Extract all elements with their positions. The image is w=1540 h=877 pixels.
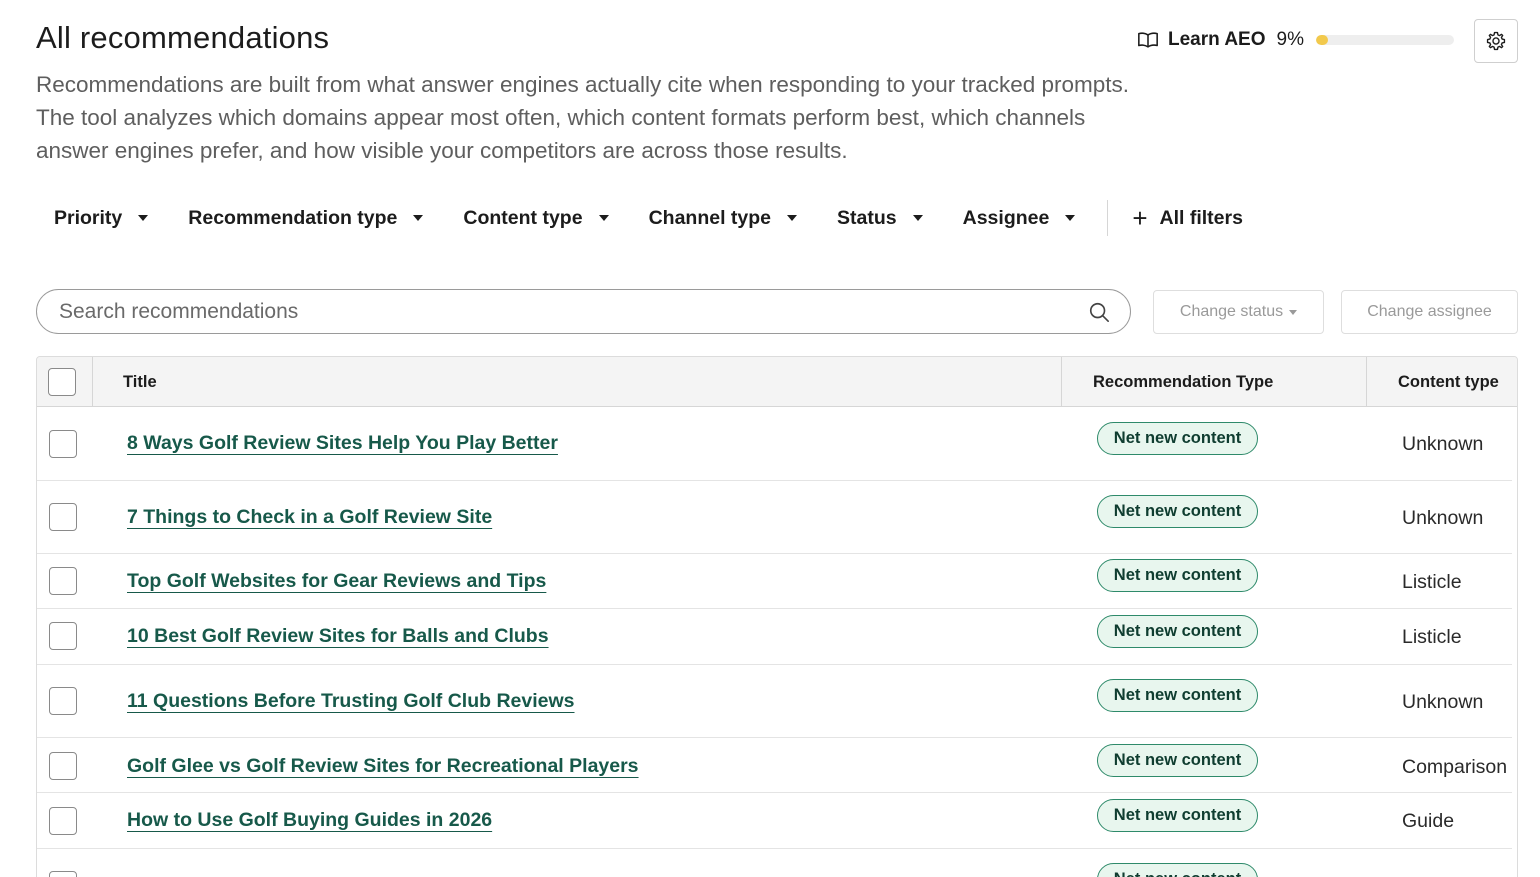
row-checkbox[interactable] [49, 503, 77, 531]
table-header: Title Recommendation Type Content type [37, 357, 1517, 407]
learn-aeo-progress-bar [1315, 35, 1454, 45]
recommendation-type-badge: Net new content [1097, 495, 1258, 528]
learn-aeo-widget[interactable]: Learn AEO 9% [1137, 28, 1454, 52]
content-type-value: Unknown [1402, 507, 1484, 529]
filter-channel-type-label: Channel type [648, 206, 772, 229]
change-assignee-label: Change assignee [1367, 303, 1492, 320]
content-type-value: Listicle [1402, 626, 1462, 648]
filter-priority[interactable]: Priority [36, 196, 166, 240]
filter-recommendation-type[interactable]: Recommendation type [170, 196, 441, 240]
caret-down-icon [598, 215, 609, 221]
learn-aeo-progress-fill [1315, 35, 1329, 45]
recommendation-type-badge: Net new content [1097, 559, 1258, 592]
content-type-value: Comparison [1402, 756, 1508, 778]
caret-down-icon [912, 215, 923, 221]
content-type-value: Listicle [1402, 571, 1462, 593]
recommendation-title-link[interactable]: Top Golf Websites for Gear Reviews and T… [127, 570, 546, 593]
filter-status-label: Status [837, 206, 897, 229]
column-divider [1366, 357, 1367, 407]
change-assignee-button[interactable]: Change assignee [1341, 290, 1518, 334]
column-header-recommendation-type[interactable]: Recommendation Type [1093, 357, 1273, 407]
filter-assignee[interactable]: Assignee [945, 196, 1094, 240]
row-checkbox[interactable] [49, 687, 77, 715]
filter-priority-label: Priority [54, 206, 123, 229]
learn-aeo-percent: 9% [1276, 29, 1304, 50]
recommendation-type-badge: Net new content [1097, 863, 1258, 877]
learn-aeo-label[interactable]: Learn AEO [1168, 29, 1266, 51]
all-filters-button[interactable]: + All filters [1114, 196, 1261, 240]
filter-bar: Priority Recommendation type Content typ… [36, 196, 1261, 240]
table-row[interactable]: 7 Things to Check in a Golf Review Site … [37, 481, 1512, 554]
filter-recommendation-type-label: Recommendation type [188, 206, 398, 229]
column-divider [92, 357, 93, 407]
recommendation-title-link[interactable]: 8 Ways Golf Review Sites Help You Play B… [127, 432, 558, 455]
row-checkbox[interactable] [49, 567, 77, 595]
table-row[interactable]: Net new content [37, 849, 1512, 877]
table-row[interactable]: Golf Glee vs Golf Review Sites for Recre… [37, 738, 1512, 793]
settings-button[interactable] [1474, 19, 1518, 63]
caret-down-icon [1065, 215, 1076, 221]
filter-assignee-label: Assignee [962, 206, 1050, 229]
recommendation-title-link[interactable]: Golf Glee vs Golf Review Sites for Recre… [127, 755, 639, 778]
recommendations-table: Title Recommendation Type Content type 8… [36, 356, 1518, 877]
recommendation-title-link[interactable]: 10 Best Golf Review Sites for Balls and … [127, 625, 549, 648]
caret-down-icon [138, 215, 149, 221]
filter-content-type[interactable]: Content type [445, 196, 626, 240]
recommendation-type-badge: Net new content [1097, 744, 1258, 777]
caret-down-icon [413, 215, 424, 221]
column-header-title[interactable]: Title [123, 357, 157, 407]
table-row[interactable]: How to Use Golf Buying Guides in 2026 Ne… [37, 793, 1512, 849]
search-icon[interactable] [1088, 301, 1110, 323]
page-title: All recommendations [36, 20, 330, 55]
row-checkbox[interactable] [49, 807, 77, 835]
recommendation-title-link[interactable]: How to Use Golf Buying Guides in 2026 [127, 809, 492, 832]
column-divider [1061, 357, 1062, 407]
change-status-label: Change status [1179, 303, 1284, 320]
search-input[interactable] [59, 299, 1059, 324]
recommendation-type-badge: Net new content [1097, 799, 1258, 832]
row-checkbox[interactable] [49, 430, 77, 458]
search-box [36, 289, 1131, 334]
row-checkbox[interactable] [49, 871, 77, 877]
table-row[interactable]: 8 Ways Golf Review Sites Help You Play B… [37, 407, 1512, 481]
caret-down-icon [1289, 309, 1298, 315]
table-row[interactable]: Top Golf Websites for Gear Reviews and T… [37, 554, 1512, 609]
gear-icon [1486, 31, 1506, 51]
plus-icon: + [1132, 203, 1148, 233]
row-checkbox[interactable] [49, 622, 77, 650]
content-type-value: Guide [1402, 810, 1455, 832]
caret-down-icon [787, 215, 798, 221]
recommendation-title-link[interactable]: 11 Questions Before Trusting Golf Club R… [127, 690, 575, 713]
table-row[interactable]: 11 Questions Before Trusting Golf Club R… [37, 665, 1512, 738]
recommendation-type-badge: Net new content [1097, 615, 1258, 648]
filter-channel-type[interactable]: Channel type [631, 196, 815, 240]
filter-content-type-label: Content type [463, 206, 583, 229]
content-type-value: Unknown [1402, 691, 1484, 713]
recommendation-title-link[interactable]: 7 Things to Check in a Golf Review Site [127, 506, 492, 529]
recommendation-type-badge: Net new content [1097, 679, 1258, 712]
all-filters-label: All filters [1159, 206, 1243, 229]
content-type-value: Unknown [1402, 433, 1484, 455]
filter-status[interactable]: Status [819, 196, 941, 240]
table-row[interactable]: 10 Best Golf Review Sites for Balls and … [37, 609, 1512, 665]
filter-divider [1107, 200, 1109, 236]
row-checkbox[interactable] [49, 752, 77, 780]
change-status-button[interactable]: Change status [1153, 290, 1324, 334]
recommendation-type-badge: Net new content [1097, 422, 1258, 455]
column-header-content-type[interactable]: Content type [1398, 357, 1499, 407]
select-all-checkbox[interactable] [48, 368, 76, 396]
book-open-icon [1138, 32, 1158, 48]
page-description: Recommendations are built from what answ… [36, 72, 1130, 163]
